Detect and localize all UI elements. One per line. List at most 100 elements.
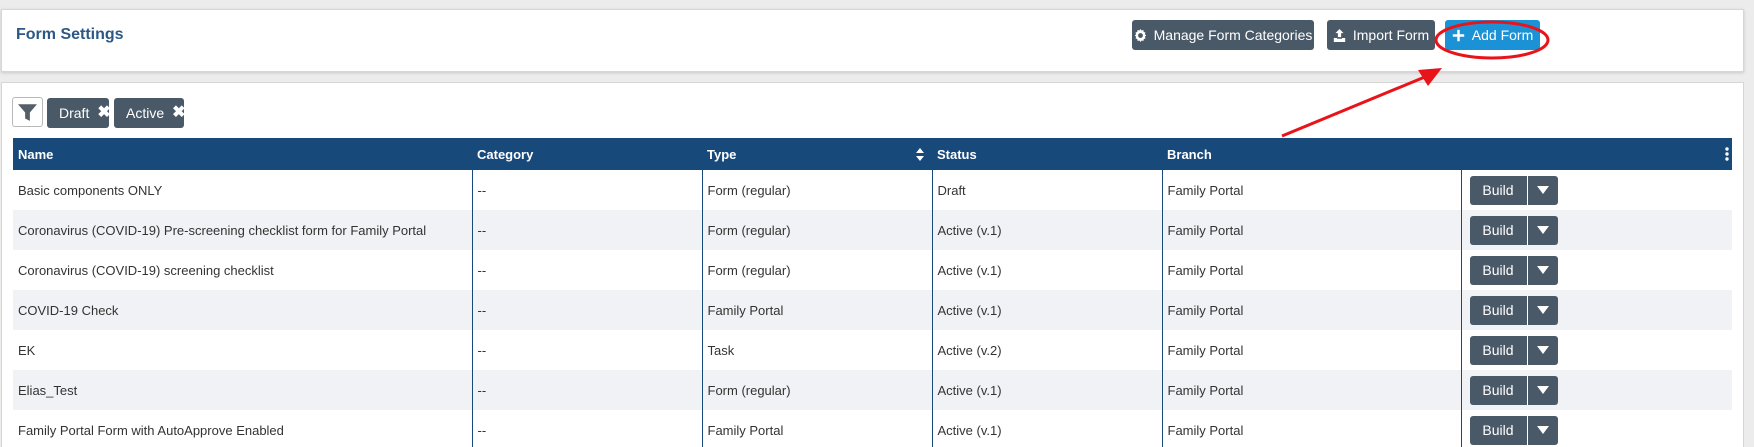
filter-button[interactable] [12, 97, 43, 127]
cell-status: Active (v.1) [931, 290, 1162, 330]
cell-type: Form (regular) [701, 170, 932, 210]
cell-name: EK [13, 330, 472, 370]
cell-status: Active (v.1) [931, 370, 1162, 410]
build-button[interactable]: Build [1469, 255, 1528, 285]
plus-icon [1452, 29, 1464, 41]
cell-category: -- [471, 290, 702, 330]
build-button-group: Build [1469, 295, 1733, 325]
build-dropdown-toggle[interactable] [1527, 415, 1558, 445]
build-button[interactable]: Build [1469, 215, 1528, 245]
column-header-type[interactable]: Type [702, 138, 932, 170]
cell-type: Task [701, 330, 932, 370]
cell-type: Form (regular) [701, 210, 932, 250]
cell-name: Elias_Test [13, 370, 472, 410]
table-row[interactable]: Family Portal Form with AutoApprove Enab… [13, 410, 1732, 447]
build-button[interactable]: Build [1469, 175, 1528, 205]
cell-actions: Build [1460, 170, 1733, 210]
build-button[interactable]: Build [1469, 295, 1528, 325]
cell-status: Active (v.1) [931, 410, 1162, 447]
cell-actions: Build [1460, 290, 1733, 330]
cell-name: Coronavirus (COVID-19) screening checkli… [13, 250, 472, 290]
column-header-actions [1461, 138, 1732, 170]
cell-actions: Build [1460, 210, 1733, 250]
build-dropdown-toggle[interactable] [1527, 295, 1558, 325]
caret-down-icon [1536, 346, 1549, 354]
cell-category: -- [471, 330, 702, 370]
column-header-name[interactable]: Name [13, 138, 472, 170]
gear-icon [1134, 28, 1146, 42]
build-button-group: Build [1469, 255, 1733, 285]
table-header-row: Name Category Type Status Branch [13, 138, 1732, 170]
cell-branch: Family Portal [1161, 410, 1461, 447]
add-form-button[interactable]: Add Form [1445, 20, 1540, 50]
filter-chip-active[interactable]: Active ✖ [114, 98, 186, 128]
filter-chip-label: Active [126, 105, 165, 121]
caret-down-icon [1536, 226, 1549, 234]
build-dropdown-toggle[interactable] [1527, 255, 1558, 285]
build-button-group: Build [1469, 375, 1733, 405]
table-row[interactable]: COVID-19 Check -- Family Portal Active (v.1… [13, 290, 1732, 330]
build-button-group: Build [1469, 175, 1733, 205]
cell-category: -- [471, 410, 702, 447]
column-header-status[interactable]: Status [932, 138, 1162, 170]
build-button-group: Build [1469, 215, 1733, 245]
cell-name: COVID-19 Check [13, 290, 472, 330]
filter-chip-label: Draft [59, 105, 90, 121]
cell-actions: Build [1460, 410, 1732, 447]
filter-icon [18, 103, 37, 121]
build-dropdown-toggle[interactable] [1527, 335, 1558, 365]
caret-down-icon [1536, 426, 1549, 434]
cell-branch: Family Portal [1161, 290, 1461, 330]
cell-name: Family Portal Form with AutoApprove Enab… [13, 410, 472, 447]
build-button[interactable]: Build [1469, 415, 1528, 445]
cell-branch: Family Portal [1161, 210, 1461, 250]
cell-branch: Family Portal [1161, 370, 1461, 410]
import-form-button[interactable]: Import Form [1327, 20, 1435, 50]
column-header-branch[interactable]: Branch [1162, 138, 1461, 170]
build-button-group: Build [1469, 335, 1733, 365]
caret-down-icon [1536, 386, 1549, 394]
build-dropdown-toggle[interactable] [1527, 215, 1558, 245]
cell-type: Family Portal [701, 290, 932, 330]
cell-branch: Family Portal [1161, 250, 1461, 290]
upload-icon [1333, 28, 1346, 42]
import-form-label: Import Form [1352, 27, 1430, 43]
table-row[interactable]: Coronavirus (COVID-19) screening checkli… [13, 250, 1732, 290]
cell-name: Coronavirus (COVID-19) Pre-screening che… [13, 210, 472, 250]
table-row[interactable]: Coronavirus (COVID-19) Pre-screening che… [13, 210, 1732, 250]
build-button[interactable]: Build [1469, 335, 1528, 365]
page-title: Form Settings [16, 26, 124, 43]
cell-branch: Family Portal [1161, 330, 1461, 370]
add-form-label: Add Form [1471, 27, 1534, 43]
close-icon[interactable]: ✖ [172, 105, 185, 121]
close-icon[interactable]: ✖ [97, 105, 110, 121]
build-button[interactable]: Build [1469, 375, 1528, 405]
table-row[interactable]: EK -- Task Active (v.2) Family Portal Build [13, 330, 1732, 370]
build-dropdown-toggle[interactable] [1527, 375, 1558, 405]
cell-status: Active (v.2) [931, 330, 1162, 370]
cell-category: -- [471, 210, 702, 250]
column-header-category[interactable]: Category [472, 138, 702, 170]
caret-down-icon [1536, 306, 1549, 314]
cell-category: -- [471, 250, 702, 290]
cell-branch: Family Portal [1161, 170, 1461, 210]
manage-form-categories-label: Manage Form Categories [1153, 27, 1313, 43]
cell-category: -- [471, 170, 702, 210]
forms-table: Name Category Type Status Branch Basic c… [13, 138, 1732, 447]
build-dropdown-toggle[interactable] [1527, 175, 1558, 205]
kebab-menu-icon[interactable] [1725, 147, 1729, 161]
manage-form-categories-button[interactable]: Manage Form Categories [1132, 20, 1314, 50]
cell-status: Draft [931, 170, 1162, 210]
filter-chip-draft[interactable]: Draft ✖ [47, 98, 111, 128]
cell-status: Active (v.1) [931, 250, 1162, 290]
cell-status: Active (v.1) [931, 210, 1162, 250]
cell-type: Family Portal [701, 410, 932, 447]
column-header-type-label: Type [707, 146, 737, 162]
caret-down-icon [1536, 266, 1549, 274]
table-row[interactable]: Elias_Test -- Form (regular) Active (v.1) Fa… [13, 370, 1732, 410]
sort-icon[interactable] [916, 148, 924, 161]
cell-actions: Build [1460, 250, 1733, 290]
cell-actions: Build [1460, 370, 1733, 410]
table-row[interactable]: Basic components ONLY -- Form (regular) Dra… [13, 170, 1732, 210]
cell-actions: Build [1460, 330, 1733, 370]
